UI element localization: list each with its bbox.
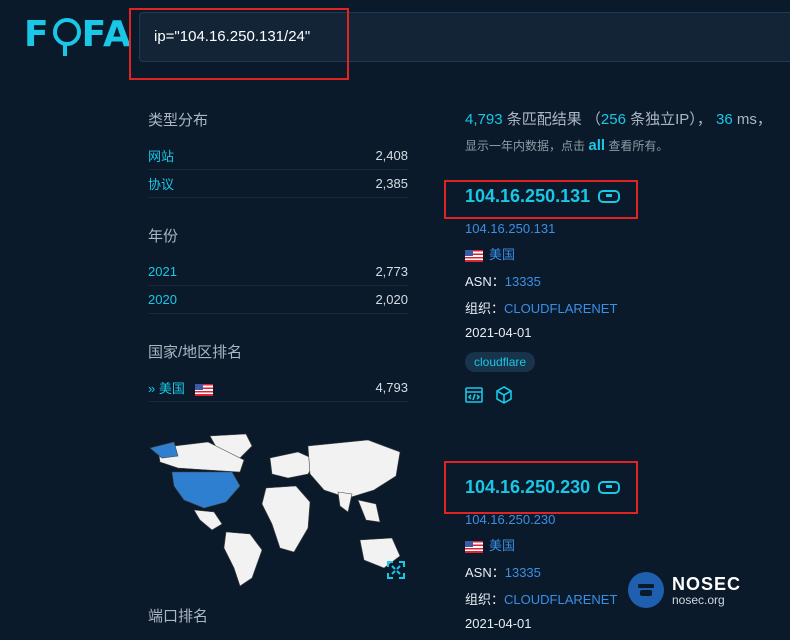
nosec-watermark: NOSEC nosec.org (628, 572, 741, 608)
type-count: 2,408 (375, 148, 408, 163)
result-tag[interactable]: cloudflare (465, 352, 536, 372)
year-label[interactable]: 2021 (148, 264, 177, 279)
org-value[interactable]: CLOUDFLARENET (504, 592, 617, 607)
result-actions (465, 386, 765, 404)
map-alaska-highlight (149, 441, 179, 459)
result-date: 2021-04-01 (465, 616, 532, 631)
type-label[interactable]: 协议 (148, 174, 174, 193)
show-all-link[interactable]: all (588, 137, 605, 154)
country-section-title: 国家/地区排名 (148, 344, 243, 361)
country-row-us[interactable]: » 美国 4,793 (148, 374, 408, 402)
us-flag-icon (465, 540, 483, 553)
result-country-link[interactable]: 美国 (489, 538, 515, 553)
port-section-title: 端口排名 (148, 608, 209, 625)
query-time: 36 (716, 111, 733, 128)
map-india (337, 491, 353, 513)
chevron-right-icon: » (148, 381, 156, 396)
result-country-link[interactable]: 美国 (489, 247, 515, 262)
type-section-title: 类型分布 (148, 112, 209, 129)
result-country[interactable]: 美国 (465, 244, 765, 263)
logo-magnifier-icon (51, 12, 81, 56)
total-count: 4,793 (465, 111, 503, 128)
org-label: 组织： (465, 592, 505, 607)
top-bar: F FA ip="104.16.250.131/24" (0, 0, 790, 88)
year-count: 2,773 (375, 264, 408, 279)
asn-value[interactable]: 13335 (505, 274, 541, 289)
hint-text: 显示一年内数据，点击 all 查看所有。 (465, 137, 785, 154)
year-label[interactable]: 2020 (148, 292, 177, 307)
logo-letter-f: F (24, 13, 50, 55)
result-asn: ASN：13335 (465, 271, 765, 290)
type-row-protocol[interactable]: 协议 2,385 (148, 170, 408, 198)
type-row-website[interactable]: 网站 2,408 (148, 142, 408, 170)
asn-value[interactable]: 13335 (505, 565, 541, 580)
world-map[interactable] (148, 428, 410, 588)
hint-prefix: 显示一年内数据，点击 (465, 139, 586, 153)
org-value[interactable]: CLOUDFLARENET (504, 301, 617, 316)
unique-open: （ (585, 111, 601, 128)
code-view-icon[interactable] (465, 386, 483, 404)
map-asia (307, 439, 401, 499)
map-usa-highlight (171, 471, 241, 509)
result-ip-link[interactable]: 104.16.250.230 (465, 512, 555, 527)
left-sidebar: 类型分布 网站 2,408 协议 2,385 年份 2021 2,773 202… (148, 110, 408, 402)
result-ip[interactable]: 104.16.250.131 (465, 221, 765, 236)
type-label[interactable]: 网站 (148, 146, 174, 165)
org-label: 组织： (465, 301, 505, 316)
year-row-2020[interactable]: 2020 2,020 (148, 286, 408, 314)
expand-icon[interactable] (387, 561, 405, 579)
result-ip-link[interactable]: 104.16.250.131 (465, 221, 555, 236)
world-map-svg (149, 433, 401, 587)
map-mexico (193, 509, 223, 531)
asn-label: ASN： (465, 565, 505, 580)
results-summary: 4,793 条匹配结果 （256 条独立IP）， 36 ms， 显示一年内数据，… (465, 108, 785, 154)
result-date: 2021-04-01 (465, 325, 532, 340)
highlight-result-2 (444, 461, 638, 514)
map-africa (261, 485, 311, 553)
map-south-america (223, 531, 263, 587)
map-southeast-asia (357, 499, 381, 523)
unique-text: 条独立IP） (630, 111, 697, 128)
year-count: 2,020 (375, 292, 408, 307)
country-name[interactable]: 美国 (159, 381, 185, 396)
query-time-unit: ms， (736, 111, 772, 128)
cube-icon[interactable] (495, 386, 513, 404)
highlight-result-1 (444, 180, 638, 219)
result-org: 组织：CLOUDFLARENET (465, 298, 765, 317)
hint-suffix: 查看所有。 (608, 139, 669, 153)
total-text: 条匹配结果 (506, 111, 582, 128)
nosec-logo-icon (628, 572, 664, 608)
summary-separator: ， (696, 111, 712, 128)
year-section-title: 年份 (148, 228, 179, 245)
unique-count: 256 (600, 111, 626, 128)
result-ip[interactable]: 104.16.250.230 (465, 512, 765, 527)
fofa-logo[interactable]: F FA (24, 12, 132, 56)
year-row-2021[interactable]: 2021 2,773 (148, 258, 408, 286)
country-label[interactable]: » 美国 (148, 378, 213, 397)
result-count: 4,793 条匹配结果 （256 条独立IP）， 36 ms， (465, 108, 785, 129)
us-flag-icon (194, 383, 213, 396)
nosec-title: NOSEC (672, 573, 742, 594)
highlight-search (129, 8, 349, 80)
asn-label: ASN： (465, 274, 505, 289)
type-count: 2,385 (375, 176, 408, 191)
logo-letters-fa: FA (81, 13, 132, 55)
country-count: 4,793 (375, 380, 408, 395)
nosec-url: nosec.org (672, 592, 725, 607)
us-flag-icon (465, 249, 483, 262)
result-country[interactable]: 美国 (465, 535, 765, 554)
